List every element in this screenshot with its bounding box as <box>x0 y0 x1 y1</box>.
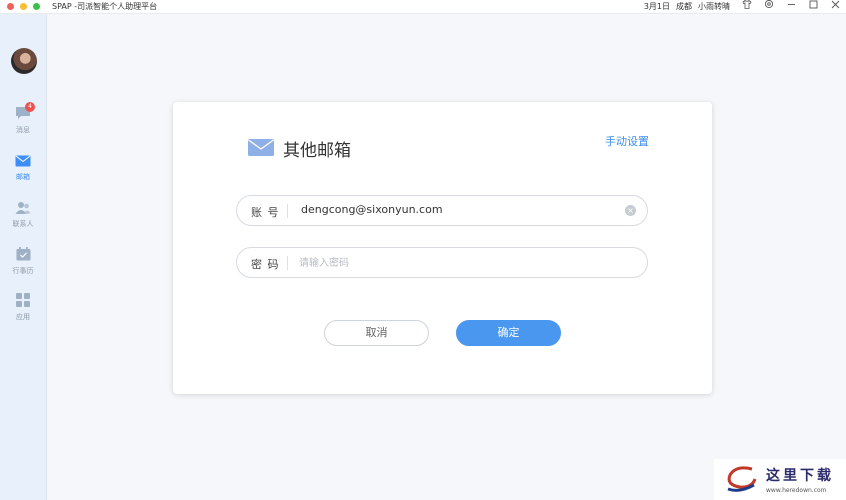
sidebar-item-calendar[interactable]: 行事历 <box>0 247 46 276</box>
clear-icon[interactable]: × <box>625 205 636 216</box>
field-divider <box>287 256 288 270</box>
sidebar-item-label: 行事历 <box>12 267 34 275</box>
password-label: 密 码 <box>251 258 280 271</box>
cancel-button[interactable]: 取消 <box>324 320 429 346</box>
maximize-icon[interactable] <box>802 0 824 14</box>
minimize-icon[interactable] <box>780 0 802 14</box>
dialog-title: 其他邮箱 <box>283 141 351 161</box>
account-field[interactable]: 账 号 dengcong@sixonyun.com × <box>236 195 648 226</box>
envelope-icon <box>248 139 274 156</box>
close-icon[interactable] <box>824 0 846 14</box>
contacts-icon <box>0 201 46 216</box>
calendar-icon <box>0 247 46 263</box>
titlebar-right: 3月1日 成都 小雨转晴 <box>644 0 846 13</box>
field-divider <box>287 204 288 218</box>
weather-text: 小雨转晴 <box>698 2 730 11</box>
settings-icon[interactable] <box>758 0 780 14</box>
window-zoom-dot[interactable] <box>33 3 40 10</box>
watermark-logo-icon <box>727 466 757 492</box>
sidebar-item-label: 应用 <box>16 313 30 321</box>
watermark-url: www.heredown.com <box>766 487 827 494</box>
window-minimize-dot[interactable] <box>20 3 27 10</box>
manual-settings-link[interactable]: 手动设置 <box>605 133 649 149</box>
date-text: 3月1日 <box>643 2 670 11</box>
password-input[interactable] <box>299 254 599 272</box>
sidebar-item-label: 联系人 <box>12 220 34 228</box>
city-text: 成都 <box>676 2 692 11</box>
sidebar: 4 消息 邮箱 联系人 行事历 应用 <box>0 14 47 500</box>
sidebar-item-apps[interactable]: 应用 <box>0 293 46 322</box>
mail-icon <box>0 155 46 169</box>
other-mailbox-dialog: 其他邮箱 手动设置 账 号 dengcong@sixonyun.com × 密 … <box>173 102 712 394</box>
watermark: 这里下载 www.heredown.com <box>714 459 846 500</box>
title-bar: SPAP -司派智能个人助理平台 3月1日 成都 小雨转晴 <box>0 0 846 14</box>
password-field[interactable]: 密 码 <box>236 247 648 278</box>
sidebar-item-mail[interactable]: 邮箱 <box>0 155 46 182</box>
message-badge: 4 <box>25 102 35 112</box>
sidebar-item-contacts[interactable]: 联系人 <box>0 201 46 229</box>
account-input[interactable]: dengcong@sixonyun.com <box>301 203 443 216</box>
app-title: SPAP -司派智能个人助理平台 <box>52 2 158 11</box>
apps-icon <box>0 293 46 309</box>
sidebar-item-label: 消息 <box>16 126 30 134</box>
watermark-text: 这里下载 <box>766 468 834 484</box>
confirm-button[interactable]: 确定 <box>456 320 561 346</box>
shirt-icon[interactable] <box>736 0 758 14</box>
avatar[interactable] <box>11 48 37 74</box>
account-label: 账 号 <box>251 206 280 219</box>
message-icon <box>0 106 46 122</box>
sidebar-item-label: 邮箱 <box>16 173 30 181</box>
window-close-dot[interactable] <box>7 3 14 10</box>
sidebar-item-messages[interactable]: 4 消息 <box>0 102 46 135</box>
